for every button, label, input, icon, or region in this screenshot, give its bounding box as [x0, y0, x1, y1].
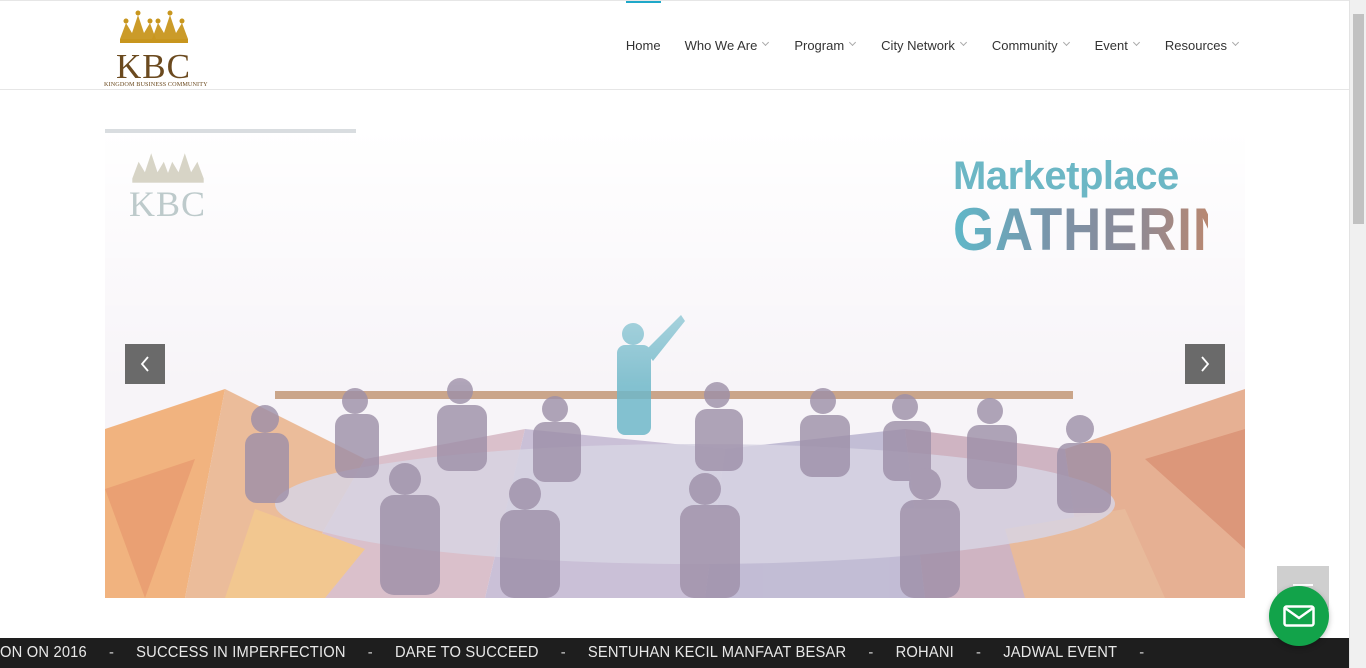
slider-progress [105, 129, 356, 133]
ticker-item[interactable]: ROHANI [896, 644, 954, 662]
ticker-item[interactable]: DARE TO SUCCEED [395, 644, 539, 662]
chevron-down-icon [763, 40, 770, 47]
nav-item-home[interactable]: Home [602, 1, 661, 90]
chevron-down-icon [1064, 40, 1071, 47]
ticker-track: ON ON 2016 - SUCCESS IN IMPERFECTION - D… [0, 638, 1166, 668]
nav-item-label: Event [1094, 38, 1128, 53]
slide-headline: Marketplace GATHERING [953, 153, 1245, 263]
ticker-item[interactable]: SENTUHAN KECIL MANFAAT BESAR [588, 644, 846, 662]
mail-icon [1283, 605, 1315, 627]
chevron-down-icon [1134, 40, 1141, 47]
nav-item-label: Program [794, 38, 845, 53]
hero-slider: KBC Marketplace GATHERING [105, 129, 1245, 598]
site-logo[interactable]: KBC KINGDOM BUSINESS COMMUNITY [104, 9, 208, 89]
news-ticker: ON ON 2016 - SUCCESS IN IMPERFECTION - D… [0, 638, 1350, 668]
site-header: KBC KINGDOM BUSINESS COMMUNITY Home Who … [0, 0, 1350, 90]
ticker-separator: - [976, 644, 982, 661]
chevron-right-icon [1201, 356, 1210, 372]
ticker-separator: - [1139, 644, 1145, 661]
headline-line-2: GATHERING [953, 196, 1245, 263]
headline-line-1: Marketplace [953, 154, 1179, 198]
nav-item-community[interactable]: Community [968, 1, 1071, 90]
page-scrollbar[interactable] [1349, 0, 1366, 668]
nav-item-city-network[interactable]: City Network [857, 1, 968, 90]
logo-subtitle: KINGDOM BUSINESS COMMUNITY [104, 81, 208, 88]
ticker-separator: - [109, 644, 115, 661]
ticker-item[interactable]: JADWAL EVENT [1003, 644, 1117, 662]
slider-prev-button[interactable] [125, 344, 165, 384]
chevron-left-icon [140, 356, 149, 372]
ticker-separator: - [868, 644, 874, 661]
ticker-separator: - [367, 644, 373, 661]
slider-next-button[interactable] [1185, 344, 1225, 384]
ticker-separator: - [560, 644, 566, 661]
page: KBC KINGDOM BUSINESS COMMUNITY Home Who … [0, 0, 1366, 668]
main-nav: Home Who We Are Program City Network Com… [602, 1, 1240, 90]
slide-logo: KBC [127, 147, 211, 227]
slide-logo-text: KBC [129, 184, 207, 224]
chevron-down-icon [1233, 40, 1240, 47]
nav-item-label: Resources [1164, 38, 1227, 53]
nav-item-resources[interactable]: Resources [1141, 1, 1240, 90]
crown-icon [120, 10, 188, 43]
nav-item-who-we-are[interactable]: Who We Are [661, 1, 771, 90]
nav-item-label: Community [991, 38, 1058, 53]
chevron-down-icon [961, 40, 968, 47]
nav-item-label: Home [625, 38, 661, 53]
chat-button[interactable] [1269, 586, 1329, 646]
nav-item-program[interactable]: Program [770, 1, 857, 90]
nav-item-label: City Network [881, 38, 955, 53]
ticker-item[interactable]: SUCCESS IN IMPERFECTION [136, 644, 346, 662]
chevron-down-icon [850, 40, 857, 47]
nav-item-event[interactable]: Event [1071, 1, 1141, 90]
scrollbar-thumb[interactable] [1353, 14, 1364, 224]
ticker-item[interactable]: ON ON 2016 [0, 644, 87, 662]
nav-item-label: Who We Are [684, 38, 758, 53]
